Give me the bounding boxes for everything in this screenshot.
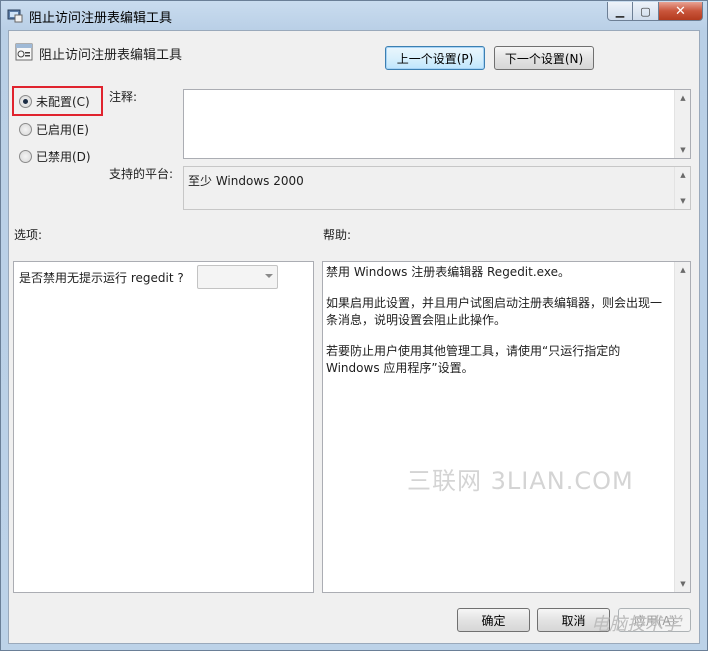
minimize-button[interactable]: ▁ [607, 2, 633, 21]
help-text: 禁用 Windows 注册表编辑器 Regedit.exe。 如果启用此设置，并… [326, 264, 672, 391]
radio-enabled[interactable]: 已启用(E) [19, 121, 89, 138]
radio-unselected-icon [19, 123, 32, 136]
corner-watermark: 电脑技术学 [591, 614, 681, 635]
radio-label: 已禁用(D) [36, 150, 91, 164]
help-panel: 禁用 Windows 注册表编辑器 Regedit.exe。 如果启用此设置，并… [322, 261, 691, 593]
comment-textarea[interactable]: ▲ ▼ [183, 89, 691, 159]
maximize-icon: ▢ [640, 4, 651, 18]
next-setting-button[interactable]: 下一个设置(N) [494, 46, 594, 70]
options-panel: 是否禁用无提示运行 regedit ? [13, 261, 314, 593]
radio-label: 已启用(E) [36, 123, 89, 137]
platform-label: 支持的平台: [109, 167, 174, 181]
scroll-down-icon[interactable]: ▼ [675, 576, 691, 592]
scroll-down-icon[interactable]: ▼ [675, 193, 691, 209]
policy-setting-icon [15, 43, 33, 61]
dialog-window: 阻止访问注册表编辑工具 ▁ ▢ ✕ 阻止访问注册表编辑工具 上一个设置(P) 下… [0, 0, 708, 651]
help-paragraph: 若要防止用户使用其他管理工具，请使用“只运行指定的 Windows 应用程序”设… [326, 344, 621, 375]
close-button[interactable]: ✕ [659, 2, 703, 21]
scroll-down-icon[interactable]: ▼ [675, 142, 691, 158]
maximize-button[interactable]: ▢ [633, 2, 659, 21]
prev-setting-button[interactable]: 上一个设置(P) [385, 46, 485, 70]
watermark-text: 三联网 3LIAN.COM [407, 467, 634, 495]
app-icon [7, 7, 23, 23]
highlight-box [12, 86, 103, 116]
close-icon: ✕ [675, 3, 686, 19]
platform-scrollbar[interactable]: ▲ ▼ [674, 167, 690, 209]
caption-buttons: ▁ ▢ ✕ [607, 2, 703, 21]
minimize-icon: ▁ [615, 4, 625, 18]
policy-name: 阻止访问注册表编辑工具 [39, 48, 183, 63]
scroll-up-icon[interactable]: ▲ [675, 262, 691, 278]
help-label: 帮助: [323, 228, 352, 242]
comment-label: 注释: [109, 90, 138, 104]
help-paragraph: 禁用 Windows 注册表编辑器 Regedit.exe。 [326, 265, 570, 279]
dialog-client: 阻止访问注册表编辑工具 上一个设置(P) 下一个设置(N) 未配置(C) 已启用… [8, 30, 700, 644]
radio-disabled[interactable]: 已禁用(D) [19, 148, 91, 165]
option-label: 是否禁用无提示运行 regedit ? [19, 271, 184, 285]
platform-value: 至少 Windows 2000 [188, 174, 304, 188]
chevron-down-icon [265, 274, 273, 278]
help-scrollbar[interactable]: ▲ ▼ [674, 262, 690, 592]
comment-scrollbar[interactable]: ▲ ▼ [674, 90, 690, 158]
ok-button[interactable]: 确定 [457, 608, 530, 632]
radio-unselected-icon [19, 150, 32, 163]
options-label: 选项: [14, 228, 43, 242]
option-dropdown[interactable] [197, 265, 278, 289]
window-title: 阻止访问注册表编辑工具 [29, 11, 173, 26]
platform-box: 至少 Windows 2000 ▲ ▼ [183, 166, 691, 210]
help-paragraph: 如果启用此设置，并且用户试图启动注册表编辑器，则会出现一条消息，说明设置会阻止此… [326, 296, 663, 327]
scroll-up-icon[interactable]: ▲ [675, 90, 691, 106]
title-bar[interactable]: 阻止访问注册表编辑工具 ▁ ▢ ✕ [1, 1, 707, 29]
scroll-up-icon[interactable]: ▲ [675, 167, 691, 183]
